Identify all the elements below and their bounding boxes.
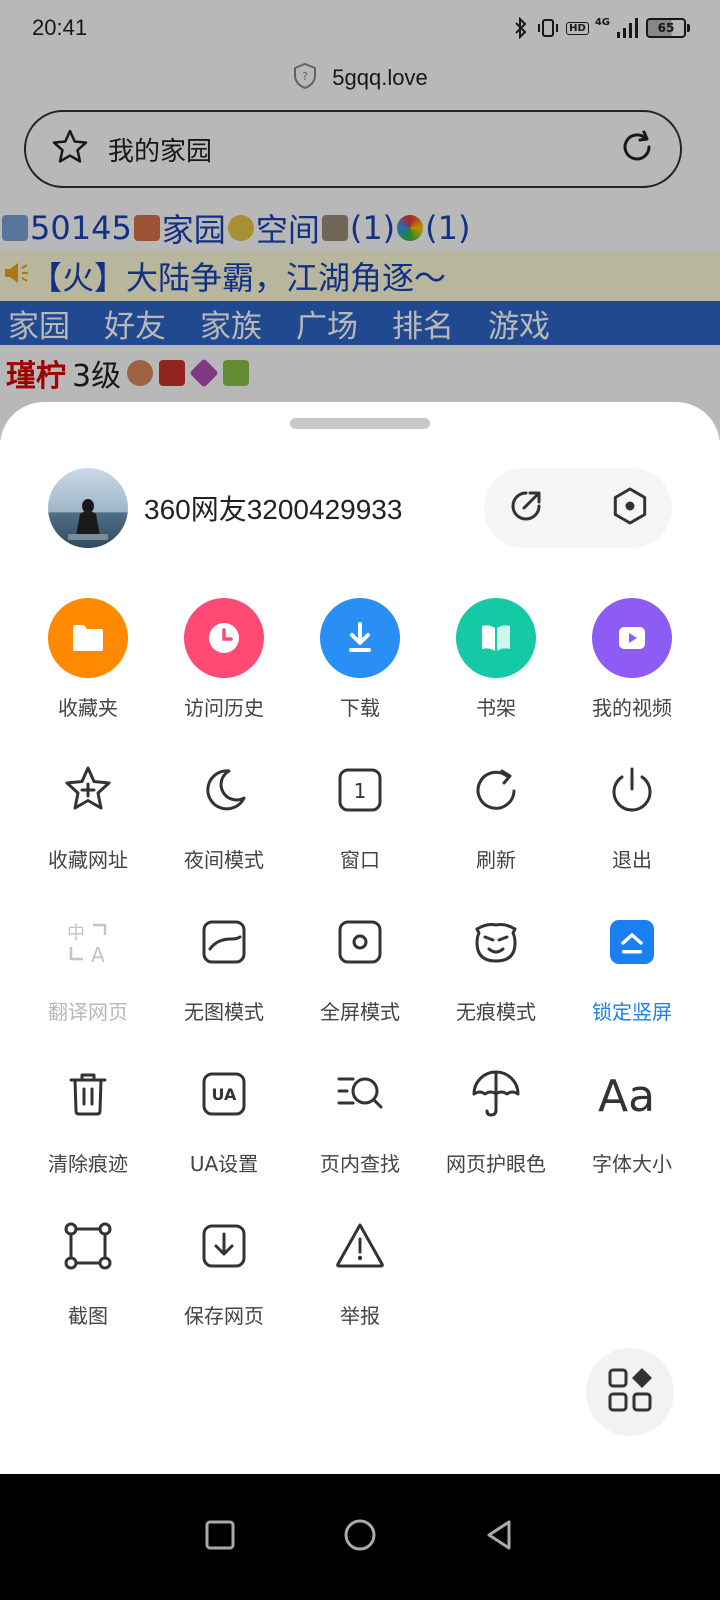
- menu-item-label: 收藏夹: [58, 696, 118, 720]
- menu-item-my-videos[interactable]: 我的视频: [564, 598, 700, 750]
- menu-item-ua-settings[interactable]: UA UA设置: [156, 1054, 292, 1206]
- download-icon: [320, 598, 400, 678]
- menu-item-label: 访问历史: [184, 696, 264, 720]
- menu-item-label: 截图: [68, 1304, 108, 1328]
- menu-item-label: 刷新: [476, 848, 516, 872]
- menu-item-incognito[interactable]: 无痕模式: [428, 902, 564, 1054]
- menu-item-label: 窗口: [340, 848, 380, 872]
- menu-item-label: 夜间模式: [184, 848, 264, 872]
- clock-icon: [184, 598, 264, 678]
- menu-item-label: 翻译网页: [48, 1000, 128, 1024]
- menu-item-eye-care[interactable]: 网页护眼色: [428, 1054, 564, 1206]
- menu-item-label: 字体大小: [592, 1152, 672, 1176]
- menu-item-bookshelf[interactable]: 书架: [428, 598, 564, 750]
- svg-text:中: 中: [67, 923, 85, 944]
- dim-overlay[interactable]: [0, 0, 720, 440]
- moon-icon: [184, 750, 264, 830]
- menu-item-no-image[interactable]: 无图模式: [156, 902, 292, 1054]
- menu-item-label: 举报: [340, 1304, 380, 1328]
- menu-item-translate: 中A 翻译网页: [20, 902, 156, 1054]
- menu-item-clear-traces[interactable]: 清除痕迹: [20, 1054, 156, 1206]
- svg-text:A: A: [91, 943, 105, 967]
- menu-item-label: 下载: [340, 696, 380, 720]
- menu-item-downloads[interactable]: 下载: [292, 598, 428, 750]
- menu-item-label: 退出: [612, 848, 652, 872]
- menu-item-label: 收藏网址: [48, 848, 128, 872]
- trash-icon: [48, 1054, 128, 1134]
- font-size-icon: Aa: [592, 1054, 672, 1134]
- menu-item-label: UA设置: [189, 1152, 259, 1176]
- incognito-icon: [456, 902, 536, 982]
- menu-item-lock-portrait[interactable]: 锁定竖屏: [564, 902, 700, 1054]
- menu-item-label: 我的视频: [592, 696, 672, 720]
- translate-icon: 中A: [48, 902, 128, 982]
- quick-actions: [484, 468, 672, 548]
- system-nav-bar: [0, 1474, 720, 1600]
- report-icon: [320, 1206, 400, 1286]
- menu-item-windows[interactable]: 1 窗口: [292, 750, 428, 902]
- menu-item-save-page[interactable]: 保存网页: [156, 1206, 292, 1358]
- menu-item-night-mode[interactable]: 夜间模式: [156, 750, 292, 902]
- fullscreen-icon: [320, 902, 400, 982]
- umbrella-icon: [456, 1054, 536, 1134]
- screenshot-icon: [48, 1206, 128, 1286]
- svg-text:Aa: Aa: [598, 1071, 655, 1121]
- menu-item-label: 保存网页: [184, 1304, 264, 1328]
- user-profile[interactable]: 360网友3200429933: [48, 468, 402, 548]
- lock-portrait-icon: [592, 902, 672, 982]
- menu-item-label: 网页护眼色: [446, 1152, 546, 1176]
- find-in-page-icon: [320, 1054, 400, 1134]
- menu-grid: 收藏夹 访问历史 下载 书架 我的视频 收藏网址 夜间模式 1 窗口 刷新 退出…: [20, 598, 700, 1358]
- menu-item-refresh[interactable]: 刷新: [428, 750, 564, 902]
- settings-icon[interactable]: [610, 486, 650, 530]
- no-image-icon: [184, 902, 264, 982]
- menu-item-exit[interactable]: 退出: [564, 750, 700, 902]
- power-icon: [592, 750, 672, 830]
- back-button[interactable]: [483, 1518, 517, 1556]
- menu-item-label: 全屏模式: [320, 1000, 400, 1024]
- apps-grid-icon: [606, 1366, 654, 1418]
- menu-item-report[interactable]: 举报: [292, 1206, 428, 1358]
- window-icon: 1: [320, 750, 400, 830]
- book-icon: [456, 598, 536, 678]
- menu-item-label: 锁定竖屏: [592, 1000, 672, 1024]
- apps-grid-button[interactable]: [586, 1348, 674, 1436]
- star-plus-icon: [48, 750, 128, 830]
- svg-text:UA: UA: [212, 1085, 238, 1104]
- menu-item-label: 清除痕迹: [48, 1152, 128, 1176]
- menu-item-screenshot[interactable]: 截图: [20, 1206, 156, 1358]
- menu-item-bookmarks[interactable]: 收藏夹: [20, 598, 156, 750]
- svg-text:1: 1: [354, 779, 367, 803]
- ua-icon: UA: [184, 1054, 264, 1134]
- menu-sheet: 360网友3200429933 收藏夹 访问历史 下载 书架 我的视频 收藏网址…: [0, 402, 720, 1474]
- video-icon: [592, 598, 672, 678]
- menu-item-label: 无痕模式: [456, 1000, 536, 1024]
- refresh-icon: [456, 750, 536, 830]
- menu-item-history[interactable]: 访问历史: [156, 598, 292, 750]
- recents-button[interactable]: [203, 1518, 237, 1556]
- home-button[interactable]: [342, 1517, 378, 1557]
- menu-item-add-bookmark[interactable]: 收藏网址: [20, 750, 156, 902]
- folder-icon: [48, 598, 128, 678]
- menu-item-label: 书架: [476, 696, 516, 720]
- save-page-icon: [184, 1206, 264, 1286]
- menu-item-fullscreen[interactable]: 全屏模式: [292, 902, 428, 1054]
- menu-item-label: 页内查找: [320, 1152, 400, 1176]
- share-icon[interactable]: [506, 486, 546, 530]
- username[interactable]: 360网友3200429933: [144, 488, 402, 528]
- menu-item-find-in-page[interactable]: 页内查找: [292, 1054, 428, 1206]
- menu-item-font-size[interactable]: Aa 字体大小: [564, 1054, 700, 1206]
- drag-handle[interactable]: [290, 418, 430, 429]
- menu-item-label: 无图模式: [184, 1000, 264, 1024]
- avatar[interactable]: [48, 468, 128, 548]
